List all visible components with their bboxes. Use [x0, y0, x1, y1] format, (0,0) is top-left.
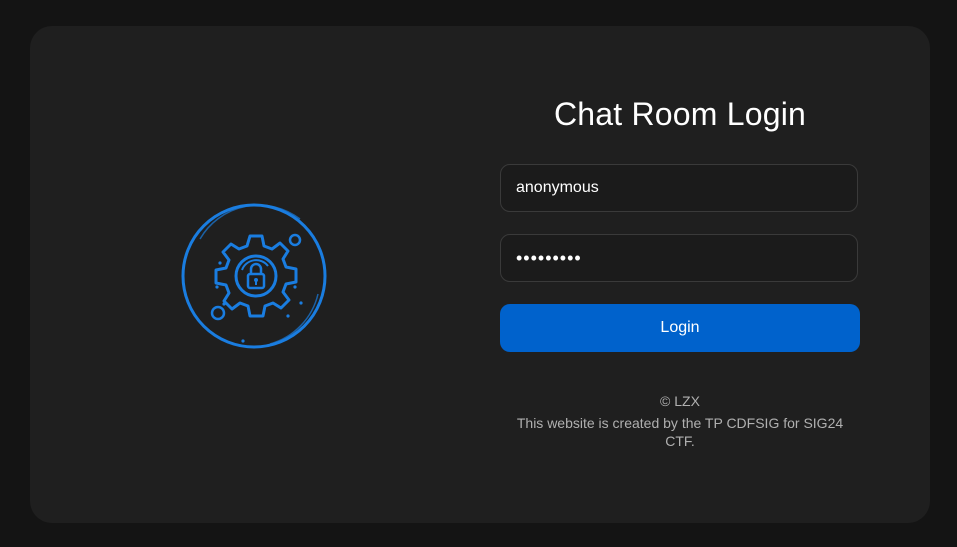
footer-note: This website is created by the TP CDFSIG…: [516, 415, 844, 449]
username-input[interactable]: [500, 164, 858, 212]
login-form: Chat Room Login Login © LZX This website…: [500, 26, 860, 523]
password-input[interactable]: [500, 234, 858, 282]
footer: © LZX This website is created by the TP …: [500, 392, 860, 450]
page-title: Chat Room Login: [553, 96, 807, 132]
copyright-text: © LZX: [660, 393, 700, 409]
login-button[interactable]: Login: [500, 304, 860, 352]
login-card: Chat Room Login Login © LZX This website…: [30, 26, 930, 523]
gear-lock-icon: [180, 199, 330, 354]
